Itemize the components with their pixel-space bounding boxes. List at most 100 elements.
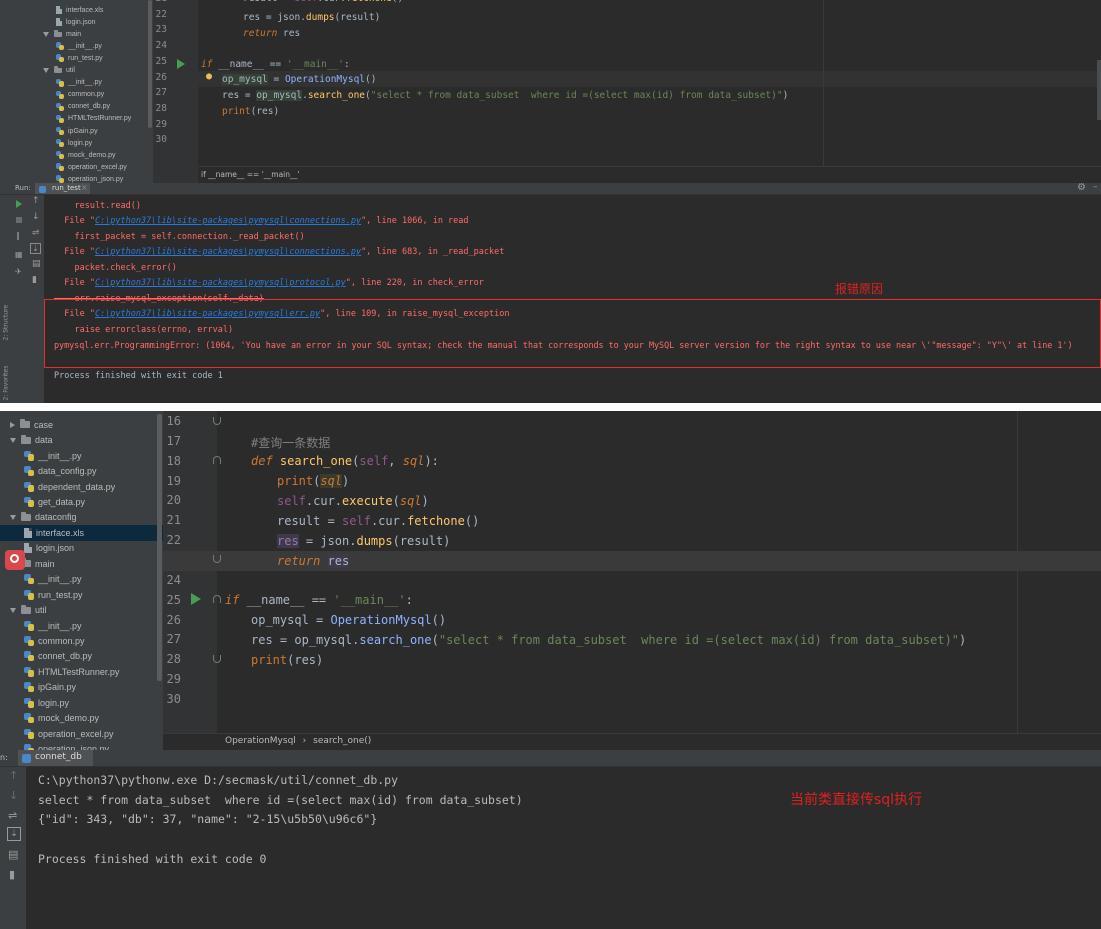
- tree-item[interactable]: mock_demo.py: [0, 711, 163, 726]
- gear-icon[interactable]: ⚙: [1077, 183, 1086, 193]
- scroll-end-icon[interactable]: ⇣: [7, 827, 21, 841]
- trace-link[interactable]: C:\python37\lib\site-packages\pymysql\pr…: [95, 278, 346, 288]
- tree-item[interactable]: connet_db.py: [0, 649, 163, 664]
- tree-item[interactable]: common.py: [0, 89, 153, 101]
- bulb-icon[interactable]: ●: [206, 71, 212, 82]
- bottom-run-tools: ↑ ↓ ⇌ ⇣ ▤ ▮: [0, 767, 26, 929]
- tree-item[interactable]: util: [0, 65, 153, 77]
- tree-item[interactable]: data_config.py: [0, 463, 163, 478]
- bottom-screenshot: case data __init__.py data_config.py depende…: [0, 411, 1101, 929]
- scroll-end-icon[interactable]: ⇣: [30, 243, 41, 254]
- line-number: 29: [166, 672, 181, 687]
- tree-item[interactable]: interface.xls: [0, 525, 163, 541]
- line-number: 23: [155, 24, 167, 36]
- top-run-toolbar: Run: run_test × ⚙ –: [0, 183, 1101, 195]
- tree-item[interactable]: ipGain.py: [0, 125, 153, 137]
- tree-item[interactable]: ipGain.py: [0, 680, 163, 695]
- breadcrumb[interactable]: if __name__ == '__main__': [201, 170, 300, 179]
- fold-marker[interactable]: [213, 595, 221, 603]
- fold-marker[interactable]: [213, 655, 221, 663]
- fold-marker[interactable]: [213, 417, 221, 425]
- tree-item[interactable]: util: [0, 602, 163, 617]
- tree-item[interactable]: HTMLTestRunner.py: [0, 113, 153, 125]
- tree-item[interactable]: __init__.py: [0, 77, 153, 89]
- tree-item[interactable]: interface.xls: [0, 4, 153, 16]
- pause-icon[interactable]: ‖: [16, 231, 20, 240]
- search-icon: [10, 554, 19, 563]
- expand-arrow-icon[interactable]: [10, 514, 16, 520]
- tree-item[interactable]: operation_json.py: [0, 741, 163, 750]
- fold-marker[interactable]: [213, 456, 221, 464]
- bottom-editor: 161718192021222324252627282930 #查询一条数据 d…: [163, 411, 1101, 750]
- line-number: 28: [155, 102, 167, 114]
- tree-item[interactable]: mock_demo.py: [0, 149, 153, 161]
- rerun-icon[interactable]: [16, 200, 22, 208]
- expand-arrow-icon[interactable]: [10, 421, 15, 428]
- structure-tab[interactable]: 2: Structure: [3, 277, 10, 341]
- tree-item[interactable]: __init__.py: [0, 618, 163, 633]
- soft-wrap-icon[interactable]: ⇌: [8, 809, 17, 822]
- tree-item[interactable]: data: [0, 432, 163, 447]
- tree-item[interactable]: common.py: [0, 633, 163, 648]
- tree-item[interactable]: dependent_data.py: [0, 479, 163, 494]
- tree-item-label: connet_db.py: [38, 651, 93, 662]
- tree-item[interactable]: main: [0, 28, 153, 40]
- tree-item[interactable]: get_data.py: [0, 494, 163, 509]
- expand-arrow-icon[interactable]: [10, 607, 16, 613]
- tree-item[interactable]: login.py: [0, 695, 163, 710]
- expand-arrow-icon[interactable]: [43, 68, 49, 74]
- tree-item[interactable]: login.py: [0, 137, 153, 149]
- breadcrumb-class[interactable]: OperationMysql: [225, 736, 296, 746]
- line-number: 21: [153, 0, 167, 4]
- expand-arrow-icon[interactable]: [10, 437, 16, 443]
- tree-item[interactable]: dataconfig: [0, 510, 163, 525]
- tree-item[interactable]: __init__.py: [0, 448, 163, 463]
- trace-link[interactable]: C:\python37\lib\site-packages\pymysql\co…: [95, 247, 361, 257]
- tree-item[interactable]: HTMLTestRunner.py: [0, 664, 163, 679]
- tree-item[interactable]: operation_excel.py: [0, 161, 153, 173]
- trash-icon[interactable]: ▮: [9, 868, 15, 881]
- tree-item[interactable]: __init__.py: [0, 40, 153, 52]
- stop-icon[interactable]: [16, 217, 22, 223]
- tree-item[interactable]: __init__.py: [0, 572, 163, 587]
- print-icon[interactable]: ▤: [32, 259, 41, 269]
- up-arrow-icon[interactable]: ↑: [9, 769, 18, 782]
- expand-arrow-icon[interactable]: [43, 31, 49, 37]
- tree-scrollbar[interactable]: [157, 414, 162, 681]
- tree-item[interactable]: connet_db.py: [0, 101, 153, 113]
- minimize-icon[interactable]: –: [1093, 183, 1098, 192]
- code-line-27: res = op_mysql.search_one("select * from…: [251, 633, 967, 647]
- up-arrow-icon[interactable]: ↑: [32, 196, 40, 206]
- favorites-tab[interactable]: 2: Favorites: [3, 337, 10, 401]
- print-icon[interactable]: ▤: [8, 848, 18, 861]
- tree-item[interactable]: operation_json.py: [0, 173, 153, 183]
- pin-icon[interactable]: ✈: [15, 267, 22, 276]
- tree-item[interactable]: run_test.py: [0, 587, 163, 602]
- run-gutter-icon[interactable]: [191, 593, 201, 605]
- run-gutter-icon[interactable]: [177, 59, 185, 69]
- tree-item-label: mock_demo.py: [68, 151, 116, 159]
- down-arrow-icon[interactable]: ↓: [32, 212, 40, 222]
- layout-icon[interactable]: ▦: [15, 250, 23, 259]
- tree-item[interactable]: run_test.py: [0, 52, 153, 64]
- trace-link[interactable]: C:\python37\lib\site-packages\pymysql\co…: [95, 216, 361, 226]
- bottom-project-tree: case data __init__.py data_config.py depende…: [0, 411, 163, 750]
- tree-item[interactable]: login.json: [0, 16, 153, 28]
- trash-icon[interactable]: ▮: [32, 275, 37, 285]
- tree-scrollbar[interactable]: [148, 0, 152, 128]
- down-arrow-icon[interactable]: ↓: [9, 789, 18, 802]
- run-tab-label[interactable]: run_test: [52, 184, 81, 192]
- search-badge-icon[interactable]: [5, 550, 25, 570]
- soft-wrap-icon[interactable]: ⇌: [32, 228, 40, 238]
- close-tab-icon[interactable]: ×: [81, 183, 88, 192]
- tree-item-label: login.py: [68, 139, 93, 147]
- breadcrumb[interactable]: OperationMysql › search_one(): [225, 736, 371, 746]
- tree-item-label: __init__.py: [68, 42, 102, 50]
- fold-marker[interactable]: [213, 555, 221, 563]
- python-file-icon: [56, 114, 64, 123]
- tree-item[interactable]: operation_excel.py: [0, 726, 163, 741]
- run-tab-label[interactable]: connet_db: [35, 752, 82, 762]
- tree-item[interactable]: case: [0, 417, 163, 432]
- editor-scrollbar[interactable]: [1097, 60, 1101, 120]
- breadcrumb-method[interactable]: search_one(): [313, 736, 371, 746]
